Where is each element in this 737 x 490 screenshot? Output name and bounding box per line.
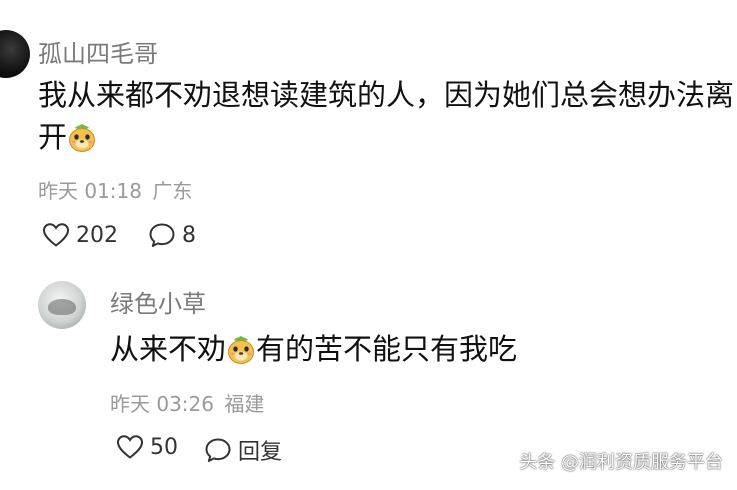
comment-text-line-2: 开 — [38, 116, 703, 158]
avatar-illustration — [48, 299, 76, 315]
reply-button-label: 回复 — [238, 440, 283, 465]
reply-meta: 昨天 03:26 福建 — [110, 388, 264, 417]
reply-time: 昨天 03:26 — [110, 392, 214, 416]
reply-like-button[interactable]: 50 — [116, 434, 178, 460]
reply-avatar[interactable] — [38, 281, 86, 329]
reply-body: 从来不劝 有的苦不能只有我吃 — [110, 328, 710, 370]
comment-bubble-icon — [149, 223, 175, 247]
like-button[interactable]: 202 — [42, 222, 118, 248]
reply-count-button[interactable]: 8 — [148, 222, 196, 248]
commenter-username[interactable]: 孤山四毛哥 — [38, 34, 158, 69]
reply-count: 8 — [182, 222, 196, 248]
reply-location: 福建 — [224, 392, 265, 416]
heart-icon — [42, 223, 70, 247]
reply-text-part-2: 有的苦不能只有我吃 — [256, 332, 518, 366]
doge-face-icon — [69, 124, 96, 152]
reply-text-part-1: 从来不劝 — [110, 332, 227, 366]
comment-time: 昨天 01:18 — [38, 179, 142, 203]
comment-text-line-2-text: 开 — [38, 120, 68, 154]
comment-body: 我从来都不劝退想读建筑的人，因为她们总会想办法离 开 — [38, 74, 735, 158]
comment-location: 广东 — [152, 179, 193, 203]
comment-bubble-icon — [205, 438, 231, 462]
commenter-avatar[interactable] — [0, 30, 30, 78]
doge-face-icon — [228, 336, 255, 364]
reply-button[interactable]: 回复 — [204, 434, 282, 466]
heart-icon — [116, 435, 144, 459]
like-count: 202 — [76, 222, 118, 248]
comment-meta: 昨天 01:18 广东 — [38, 175, 192, 204]
reply-like-count: 50 — [150, 434, 178, 460]
reply-username[interactable]: 绿色小草 — [110, 284, 206, 319]
watermark: 头条 @润利资质服务平台 — [519, 452, 723, 473]
comment-text-line-1: 我从来都不劝退想读建筑的人，因为她们总会想办法离 — [38, 78, 735, 112]
